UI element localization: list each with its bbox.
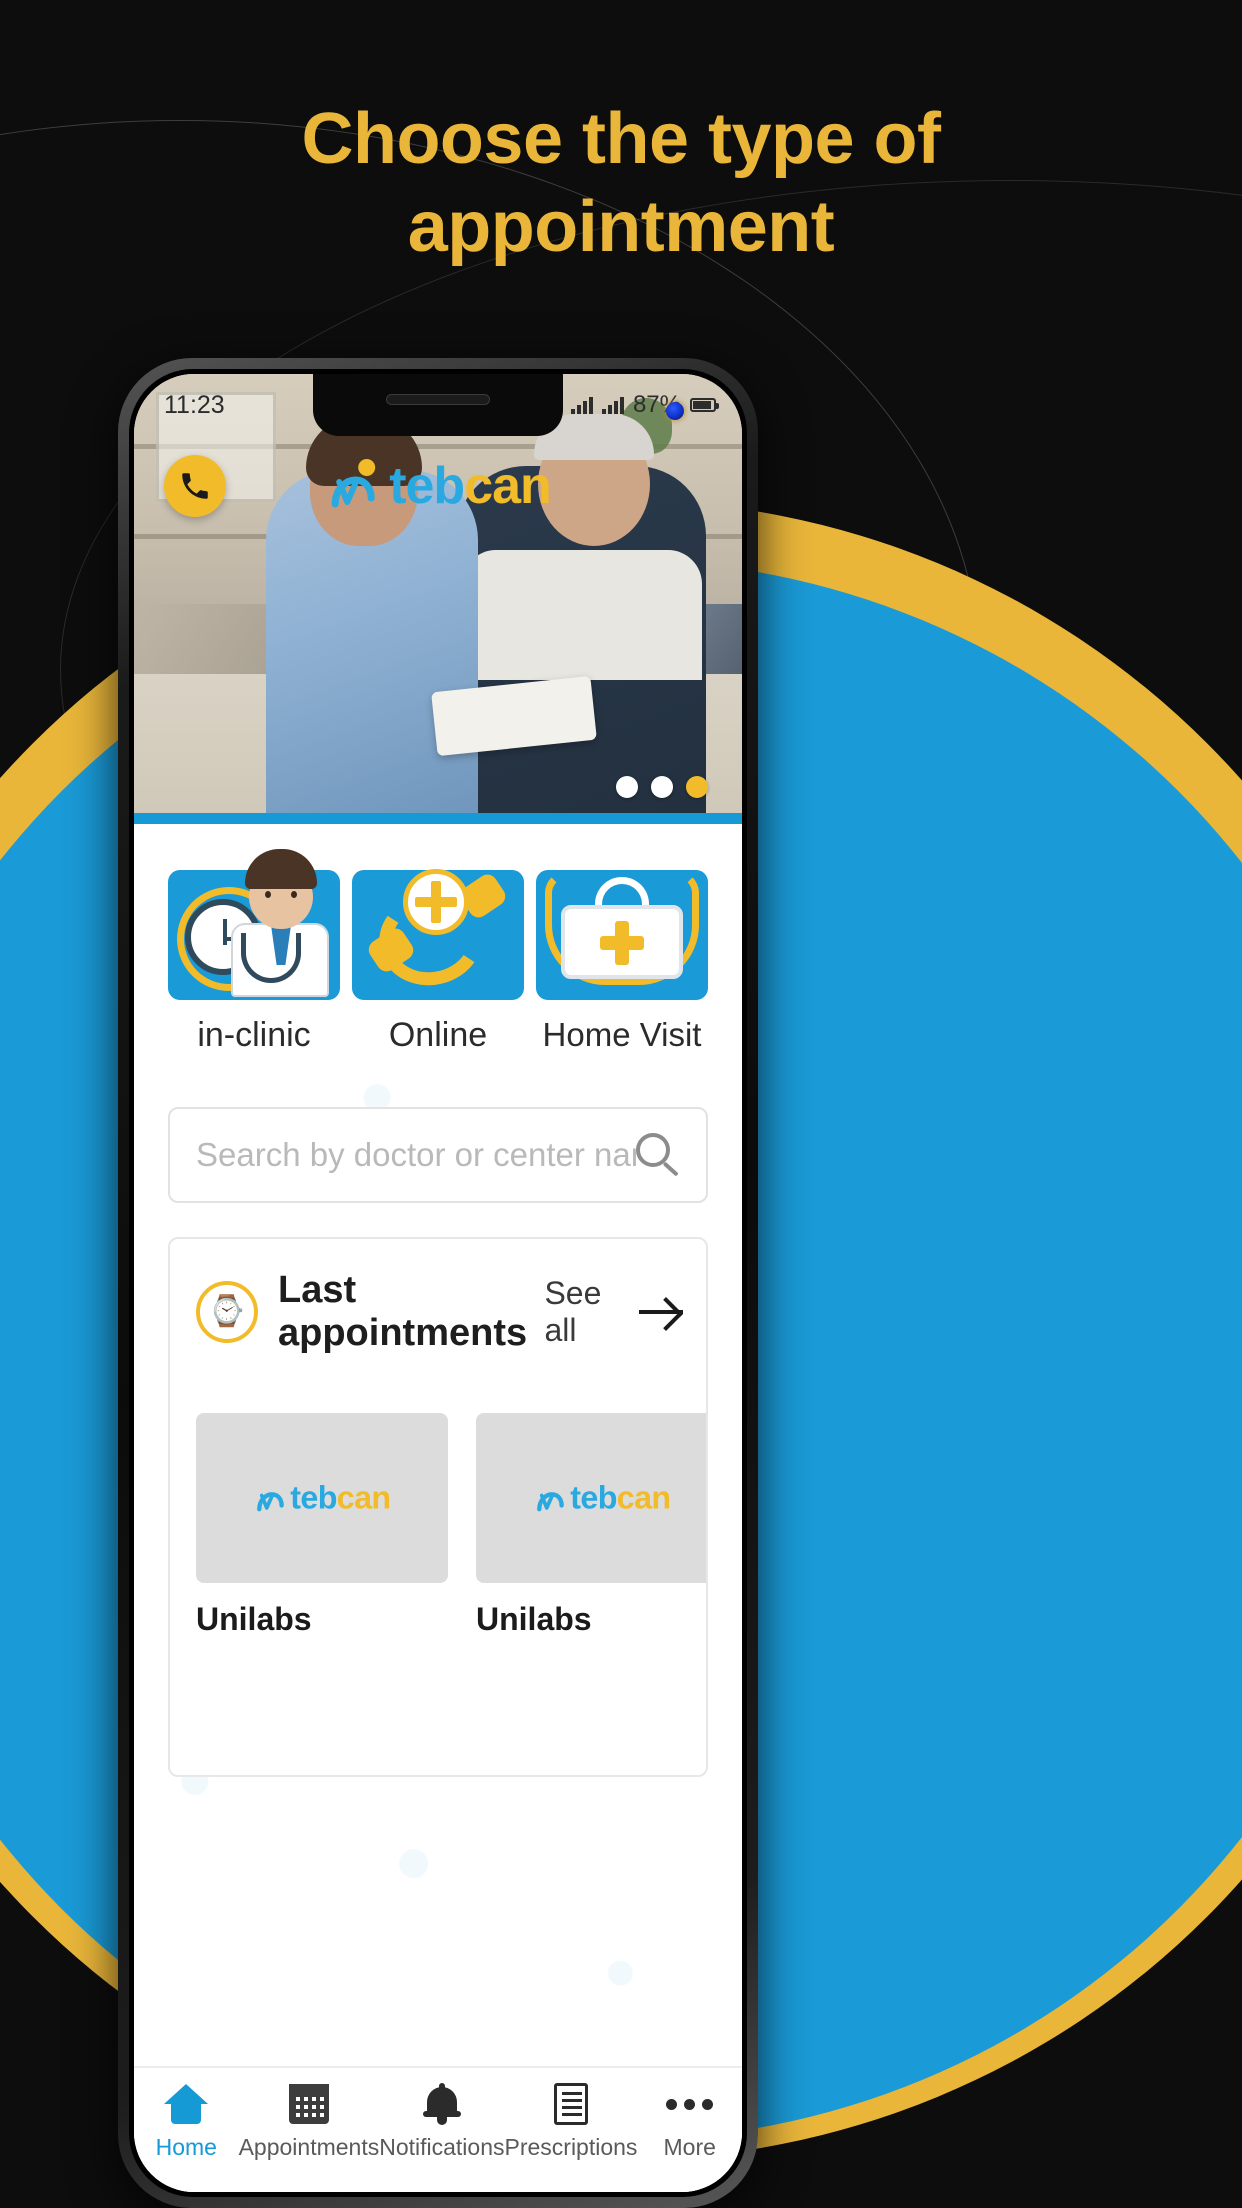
- nav-label-notifications: Notifications: [379, 2134, 505, 2160]
- see-all-button[interactable]: See all: [544, 1275, 684, 1349]
- service-home-visit[interactable]: Home Visit: [536, 870, 708, 1055]
- arrow-right-icon: [638, 1298, 684, 1326]
- front-camera-icon: [666, 402, 684, 420]
- carousel-dots[interactable]: [616, 776, 708, 798]
- last-appointments-header: ⌚ Last appointments See all: [170, 1269, 706, 1355]
- search-icon[interactable]: [636, 1133, 680, 1177]
- appointment-name: Unilabs: [476, 1601, 592, 1637]
- carousel-dot-3-active[interactable]: [686, 776, 708, 798]
- nav-label-prescriptions: Prescriptions: [504, 2134, 638, 2160]
- headline-line-1: Choose the type of: [301, 99, 941, 179]
- hero-carousel[interactable]: tebcan: [134, 374, 742, 824]
- appointment-thumbnail: tebcan: [476, 1413, 706, 1583]
- service-in-clinic-tile[interactable]: [168, 849, 340, 1000]
- medical-bag-icon: [545, 871, 699, 995]
- phone-plus-icon: [363, 869, 513, 995]
- battery-icon: [690, 398, 719, 412]
- home-icon: [134, 2078, 239, 2130]
- tebcan-logo-icon: [325, 458, 381, 514]
- promo-headline: Choose the type of appointment: [0, 96, 1242, 272]
- brand-logo: tebcan: [325, 456, 552, 516]
- search-input[interactable]: [196, 1136, 636, 1174]
- tebcan-logo-icon: tebcan: [253, 1479, 391, 1516]
- signal-icon-2: [601, 396, 624, 414]
- history-clock-icon: ⌚: [196, 1281, 258, 1343]
- headline-line-2: appointment: [407, 186, 835, 267]
- service-home-visit-label: Home Visit: [542, 1016, 702, 1053]
- phone-icon: [182, 473, 208, 499]
- service-type-row: in-clinic Online Home Visit: [134, 824, 742, 1055]
- doctor-clock-icon: [177, 847, 329, 997]
- carousel-dot-2[interactable]: [651, 776, 673, 798]
- clipboard-icon: [505, 2078, 638, 2130]
- app-content: in-clinic Online Home Visit Search by do…: [134, 824, 742, 2192]
- service-in-clinic[interactable]: in-clinic: [168, 849, 340, 1055]
- nav-item-prescriptions[interactable]: Prescriptions: [504, 2078, 638, 2161]
- service-online[interactable]: Online: [352, 869, 524, 1055]
- calendar-icon: [239, 2078, 380, 2130]
- phone-notch: [313, 374, 563, 436]
- carousel-dot-1[interactable]: [616, 776, 638, 798]
- logo-dot: [358, 459, 376, 476]
- bell-icon: [379, 2078, 504, 2130]
- earpiece-speaker-icon: [386, 394, 490, 405]
- hero-bottom-bar: [134, 813, 742, 824]
- appointments-list[interactable]: tebcan Unilabs tebcan Unilabs: [170, 1355, 706, 1682]
- phone-mockup: 11:23 ⏰ ▾ 87%: [118, 358, 758, 2208]
- last-appointments-card: ⌚ Last appointments See all tebcan Unila…: [168, 1237, 708, 1777]
- phone-bezel: 11:23 ⏰ ▾ 87%: [129, 369, 747, 2197]
- nav-label-home: Home: [155, 2134, 217, 2160]
- phone-screen: 11:23 ⏰ ▾ 87%: [134, 374, 742, 2192]
- app-header: tebcan: [134, 440, 742, 532]
- brand-text: tebcan: [389, 456, 552, 516]
- bottom-navigation: Home Appointments Notifications Prescrip…: [134, 2066, 742, 2192]
- service-in-clinic-label: in-clinic: [197, 1016, 311, 1054]
- service-online-label: Online: [388, 1016, 488, 1054]
- appointment-card[interactable]: tebcan Unilabs: [196, 1413, 448, 1682]
- nav-item-appointments[interactable]: Appointments: [238, 2078, 380, 2161]
- appointment-name: Unilabs: [196, 1601, 312, 1637]
- appointment-card[interactable]: tebcan Unilabs: [476, 1413, 706, 1682]
- nav-label-more: More: [663, 2134, 716, 2160]
- last-appointments-title: Last appointments: [278, 1269, 528, 1354]
- patient-shirt: [462, 550, 702, 680]
- tebcan-logo-icon: tebcan: [533, 1479, 671, 1516]
- service-home-visit-tile[interactable]: [536, 870, 708, 1000]
- appointment-thumbnail: tebcan: [196, 1413, 448, 1583]
- status-time: 11:23: [164, 390, 225, 419]
- nav-item-notifications[interactable]: Notifications: [379, 2078, 505, 2161]
- see-all-label: See all: [544, 1275, 602, 1348]
- brand-text-first: teb: [389, 457, 465, 515]
- nav-item-home[interactable]: Home: [134, 2078, 239, 2161]
- brand-text-second: can: [464, 457, 552, 515]
- call-button[interactable]: [164, 455, 226, 517]
- nav-label-appointments: Appointments: [238, 2134, 380, 2160]
- nav-item-more[interactable]: More: [637, 2078, 742, 2161]
- ellipsis-icon: [637, 2078, 742, 2130]
- signal-icon: [570, 396, 593, 414]
- service-online-tile[interactable]: [352, 869, 524, 1000]
- search-bar[interactable]: [168, 1107, 708, 1203]
